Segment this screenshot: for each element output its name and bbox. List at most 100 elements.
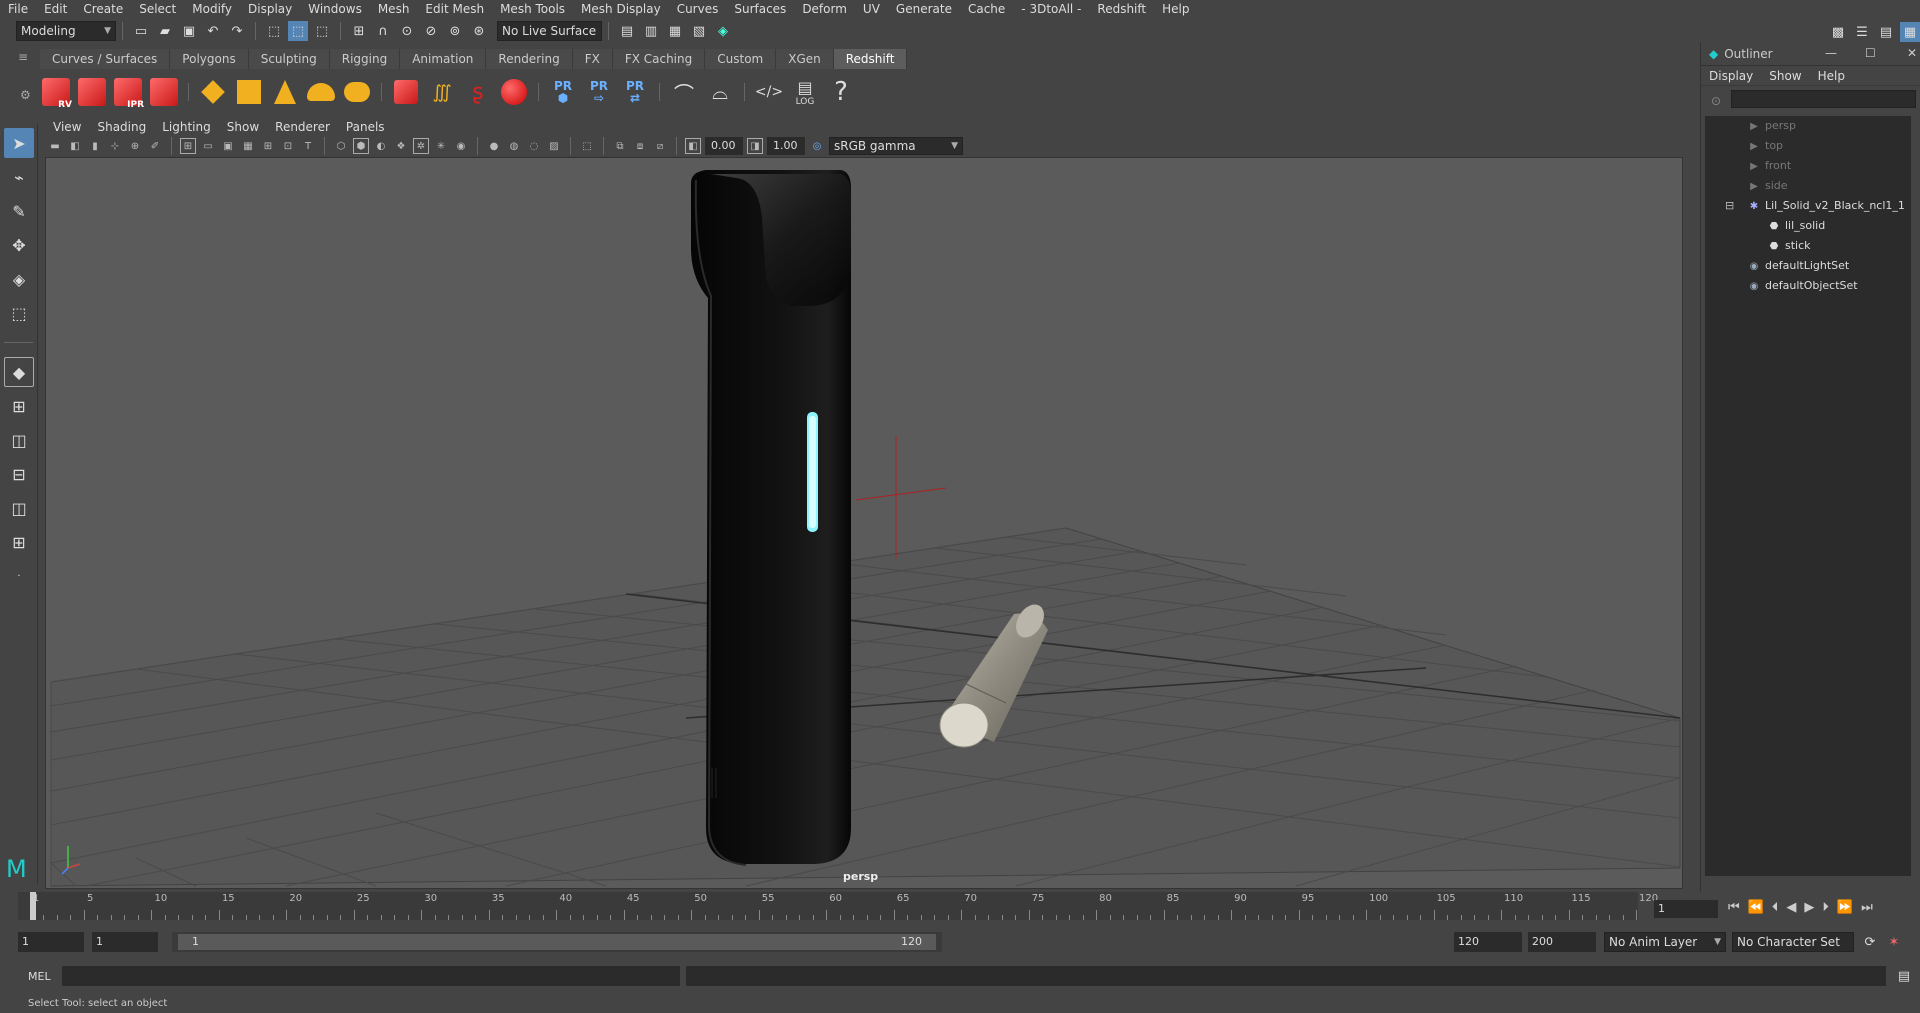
viewport-menu-lighting[interactable]: Lighting bbox=[154, 120, 219, 134]
tool-settings-icon[interactable]: ▤ bbox=[1876, 22, 1896, 42]
pr-swap-icon[interactable]: PR ⇄ bbox=[619, 74, 651, 110]
menu-uv[interactable]: UV bbox=[855, 2, 888, 16]
log-icon[interactable]: ▤ LOG bbox=[789, 74, 821, 110]
viewport-menu-show[interactable]: Show bbox=[219, 120, 267, 134]
range-slider-handle[interactable] bbox=[178, 934, 936, 950]
gate-mask-icon[interactable]: ▦ bbox=[240, 138, 256, 154]
outliner-item[interactable]: ▶ side bbox=[1705, 176, 1911, 196]
select-hierarchy-icon[interactable]: ⬚ bbox=[264, 21, 284, 41]
playback-start-field[interactable]: 1 bbox=[92, 932, 158, 952]
maximize-icon[interactable]: ☐ bbox=[1865, 46, 1876, 60]
hypershade-icon[interactable]: ◈ bbox=[713, 21, 733, 41]
menu-3dtoall[interactable]: - 3DtoAll - bbox=[1013, 2, 1089, 16]
render-snapshot-icon[interactable] bbox=[76, 74, 108, 110]
snap-curve-icon[interactable]: ∩ bbox=[373, 21, 393, 41]
backface-culling-icon[interactable]: ⧄ bbox=[652, 138, 668, 154]
range-slider[interactable]: 1 120 bbox=[172, 932, 942, 952]
camera-attributes-icon[interactable]: ◧ bbox=[67, 138, 83, 154]
make-live-icon[interactable]: ⊛ bbox=[469, 21, 489, 41]
pr-import-icon[interactable]: PR ⇨ bbox=[583, 74, 615, 110]
shelf-tab-rigging[interactable]: Rigging bbox=[329, 49, 401, 69]
menu-surfaces[interactable]: Surfaces bbox=[726, 2, 794, 16]
dome-light-icon[interactable] bbox=[305, 74, 337, 110]
bake-icon[interactable]: ⌒ bbox=[668, 74, 700, 110]
anti-aliasing-icon[interactable]: ◌ bbox=[526, 138, 542, 154]
shelf-tab-curves-surfaces[interactable]: Curves / Surfaces bbox=[40, 49, 171, 69]
menu-create[interactable]: Create bbox=[75, 2, 131, 16]
persp-outliner-icon[interactable]: ◫ bbox=[4, 425, 34, 455]
resolution-gate-icon[interactable]: ▣ bbox=[220, 138, 236, 154]
grease-pencil-icon[interactable]: ✐ bbox=[147, 138, 163, 154]
single-view-icon[interactable]: ◆ bbox=[4, 357, 34, 387]
plane-light-icon[interactable] bbox=[197, 74, 229, 110]
menu-edit[interactable]: Edit bbox=[36, 2, 75, 16]
camera-select-icon[interactable]: ▬ bbox=[47, 138, 63, 154]
xray-active-icon[interactable]: ⧈ bbox=[632, 138, 648, 154]
redo-icon[interactable]: ↷ bbox=[227, 21, 247, 41]
motion-blur-icon[interactable]: ◍ bbox=[506, 138, 522, 154]
select-tool-icon[interactable]: ➤ bbox=[4, 128, 34, 158]
live-surface-field[interactable]: No Live Surface bbox=[497, 21, 602, 41]
animation-start-field[interactable]: 1 bbox=[18, 932, 84, 952]
outliner-item[interactable]: ⬣ lil_solid bbox=[1705, 216, 1911, 236]
outliner-item[interactable]: ▶ front bbox=[1705, 156, 1911, 176]
menu-mesh-tools[interactable]: Mesh Tools bbox=[492, 2, 573, 16]
save-scene-icon[interactable]: ▣ bbox=[179, 21, 199, 41]
step-back-frame-icon[interactable]: ⏴ bbox=[1772, 900, 1779, 915]
shelf-tab-fx-caching[interactable]: FX Caching bbox=[612, 49, 706, 69]
channel-box-icon[interactable]: ▦ bbox=[1900, 22, 1920, 42]
proxy-icon[interactable] bbox=[390, 74, 422, 110]
field-chart-icon[interactable]: ⊞ bbox=[260, 138, 276, 154]
snap-point-icon[interactable]: ⊙ bbox=[397, 21, 417, 41]
anim-layer-dropdown[interactable]: No Anim Layer ▼ bbox=[1604, 932, 1726, 952]
auto-key-icon[interactable]: ⟳ bbox=[1860, 932, 1880, 952]
shelf-tab-polygons[interactable]: Polygons bbox=[170, 49, 249, 69]
gamma-field[interactable]: 1.00 bbox=[767, 137, 805, 155]
pr-export-icon[interactable]: PR ⬢ bbox=[547, 74, 579, 110]
menu-select[interactable]: Select bbox=[131, 2, 184, 16]
open-scene-icon[interactable]: ▰ bbox=[155, 21, 175, 41]
color-space-dropdown[interactable]: sRGB gamma ▼ bbox=[829, 137, 963, 155]
step-back-key-icon[interactable]: ⏪ bbox=[1748, 900, 1764, 915]
exposure-icon[interactable]: ◧ bbox=[685, 138, 701, 154]
isolate-select-icon[interactable]: ⬚ bbox=[579, 138, 595, 154]
outliner-item[interactable]: ⬣ stick bbox=[1705, 236, 1911, 256]
play-forwards-icon[interactable]: ▶ bbox=[1804, 900, 1814, 915]
gamma-icon[interactable]: ◨ bbox=[747, 138, 763, 154]
2d-pan-icon[interactable]: ⊕ bbox=[127, 138, 143, 154]
render-options-icon[interactable] bbox=[148, 74, 180, 110]
grid-icon[interactable]: ⊞ bbox=[180, 138, 196, 154]
modeling-toolkit-icon[interactable]: ▩ bbox=[1828, 22, 1848, 42]
close-icon[interactable]: ✕ bbox=[1907, 46, 1917, 60]
snap-surface-icon[interactable]: ⊚ bbox=[445, 21, 465, 41]
wireframe-icon[interactable]: ⬡ bbox=[333, 138, 349, 154]
textures-icon[interactable]: ✳ bbox=[433, 138, 449, 154]
viewport-menu-panels[interactable]: Panels bbox=[338, 120, 393, 134]
sun-sky-icon[interactable] bbox=[341, 74, 373, 110]
persp-outliner-graph-icon[interactable]: ◫ bbox=[4, 493, 34, 523]
smooth-shade-icon[interactable]: ⬢ bbox=[353, 138, 369, 154]
move-tool-icon[interactable]: ✥ bbox=[4, 230, 34, 260]
outliner-item[interactable]: ⊟ ✱ Lil_Solid_v2_Black_ncl1_1 bbox=[1705, 196, 1911, 216]
menu-redshift[interactable]: Redshift bbox=[1089, 2, 1154, 16]
volume-icon[interactable]: ʂ bbox=[462, 74, 494, 110]
xray-joints-icon[interactable]: ⧉ bbox=[612, 138, 628, 154]
step-forward-frame-icon[interactable]: ⏵ bbox=[1822, 900, 1829, 915]
outliner-item[interactable]: ◉ defaultLightSet bbox=[1705, 256, 1911, 276]
new-scene-icon[interactable]: ▭ bbox=[131, 21, 151, 41]
collapse-icon[interactable]: ⊟ bbox=[1725, 196, 1734, 216]
ambient-occlusion-icon[interactable]: ● bbox=[486, 138, 502, 154]
step-forward-key-icon[interactable]: ⏩ bbox=[1837, 900, 1853, 915]
paint-select-icon[interactable]: ✎ bbox=[4, 196, 34, 226]
shelf-tab-sculpting[interactable]: Sculpting bbox=[248, 49, 330, 69]
safe-title-icon[interactable]: T bbox=[300, 138, 316, 154]
menu-help[interactable]: Help bbox=[1154, 2, 1197, 16]
outliner-menu-display[interactable]: Display bbox=[1701, 69, 1761, 83]
default-lighting-icon[interactable]: ◐ bbox=[373, 138, 389, 154]
outliner-item[interactable]: ▶ persp bbox=[1705, 116, 1911, 136]
more-layouts-icon[interactable]: · bbox=[4, 561, 34, 591]
image-plane-icon[interactable]: ⊹ bbox=[107, 138, 123, 154]
render-frame-icon[interactable]: ▥ bbox=[641, 21, 661, 41]
viewport-menu-renderer[interactable]: Renderer bbox=[267, 120, 338, 134]
ipr-render-icon[interactable]: ▦ bbox=[665, 21, 685, 41]
